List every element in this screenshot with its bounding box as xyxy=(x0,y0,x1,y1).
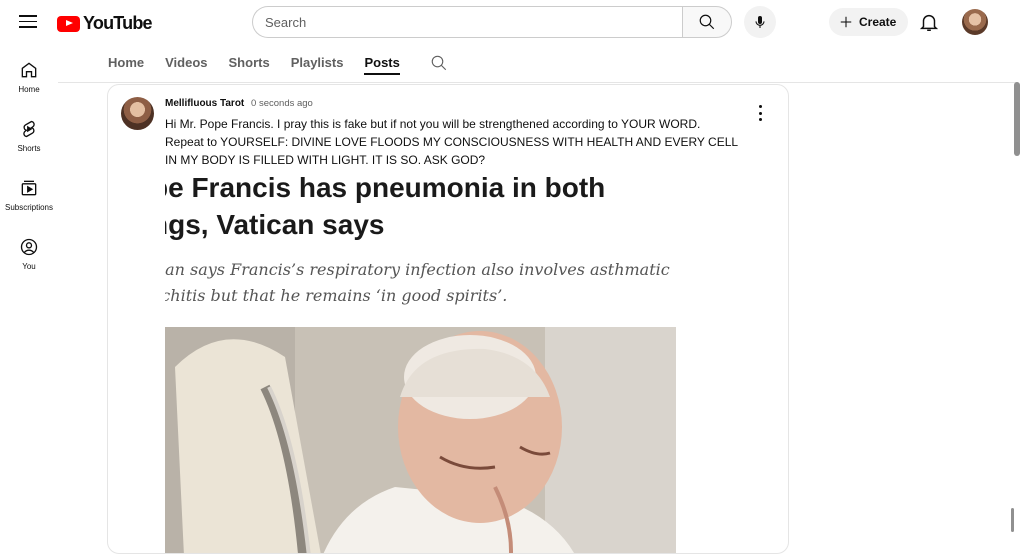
post-author[interactable]: Mellifluous Tarot xyxy=(165,98,244,109)
post-text-line: Repeat to YOURSELF: DIVINE LOVE FLOODS M… xyxy=(165,135,739,149)
sidebar-item-label: Home xyxy=(18,85,40,94)
post-image[interactable]: pe Francis has pneumonia in both ngs, Va… xyxy=(165,169,685,553)
post-timestamp[interactable]: 0 seconds ago xyxy=(251,98,313,109)
account-avatar[interactable] xyxy=(962,9,988,35)
subscriptions-icon xyxy=(21,180,37,196)
side-nav: Home Shorts Subscriptions You xyxy=(0,52,58,288)
tab-shorts[interactable]: Shorts xyxy=(229,44,270,82)
microphone-icon xyxy=(755,16,765,28)
tab-videos[interactable]: Videos xyxy=(165,44,207,82)
sidebar-item-label: You xyxy=(22,262,36,271)
page-scrollbar[interactable] xyxy=(1014,82,1020,156)
post-text-line: Hi Mr. Pope Francis. I pray this is fake… xyxy=(165,117,701,131)
voice-search-button[interactable] xyxy=(744,6,776,38)
sidebar-item-you[interactable]: You xyxy=(0,229,58,288)
post-text-line: IN MY BODY IS FILLED WITH LIGHT. IT IS S… xyxy=(165,153,486,167)
post-text: Hi Mr. Pope Francis. I pray this is fake… xyxy=(165,115,745,169)
home-icon xyxy=(21,62,37,78)
search-icon xyxy=(699,14,715,30)
menu-icon[interactable] xyxy=(18,12,38,32)
channel-search-icon[interactable] xyxy=(430,54,448,72)
image-headline-line: ngs, Vatican says xyxy=(165,209,385,240)
post-menu-icon[interactable] xyxy=(754,105,766,121)
news-photo-illustration xyxy=(165,327,676,553)
image-subheadline: ican says Francis’s respiratory infectio… xyxy=(165,257,685,309)
tab-home[interactable]: Home xyxy=(108,44,144,82)
search-bar xyxy=(252,6,732,38)
community-post: Mellifluous Tarot 0 seconds ago Hi Mr. P… xyxy=(107,84,789,554)
sidebar-item-label: Subscriptions xyxy=(4,203,54,212)
image-subheadline-line: nchitis but that he remains ‘in good spi… xyxy=(165,286,508,305)
create-label: Create xyxy=(859,15,897,29)
search-button[interactable] xyxy=(682,6,732,38)
youtube-logo-icon xyxy=(57,15,80,32)
logo-text: YouTube xyxy=(83,13,153,33)
sidebar-item-label: Shorts xyxy=(17,144,41,153)
plus-icon xyxy=(840,16,852,28)
top-bar: YouTube Create xyxy=(0,0,1024,44)
notifications-bell-icon[interactable] xyxy=(918,11,940,33)
sidebar-item-subscriptions[interactable]: Subscriptions xyxy=(0,170,58,229)
create-button[interactable]: Create xyxy=(829,8,909,36)
tabs-divider xyxy=(58,82,1018,83)
sidebar-item-home[interactable]: Home xyxy=(0,52,58,111)
tab-posts[interactable]: Posts xyxy=(364,44,401,82)
image-subheadline-line: ican says Francis’s respiratory infectio… xyxy=(165,260,670,279)
channel-tabs: Home Videos Shorts Playlists Posts xyxy=(108,44,448,82)
news-photo xyxy=(165,327,676,553)
tab-playlists[interactable]: Playlists xyxy=(291,44,344,82)
shorts-icon xyxy=(23,120,35,138)
youtube-logo[interactable]: YouTube xyxy=(57,13,153,34)
image-headline: pe Francis has pneumonia in both ngs, Va… xyxy=(165,169,685,243)
you-icon xyxy=(20,238,38,256)
image-headline-line: pe Francis has pneumonia in both xyxy=(165,172,606,203)
search-input[interactable] xyxy=(252,6,682,38)
sidebar-item-shorts[interactable]: Shorts xyxy=(0,111,58,170)
post-header: Mellifluous Tarot 0 seconds ago xyxy=(165,98,313,109)
post-author-avatar[interactable] xyxy=(121,97,154,130)
scrollbar-marker xyxy=(1011,508,1014,532)
